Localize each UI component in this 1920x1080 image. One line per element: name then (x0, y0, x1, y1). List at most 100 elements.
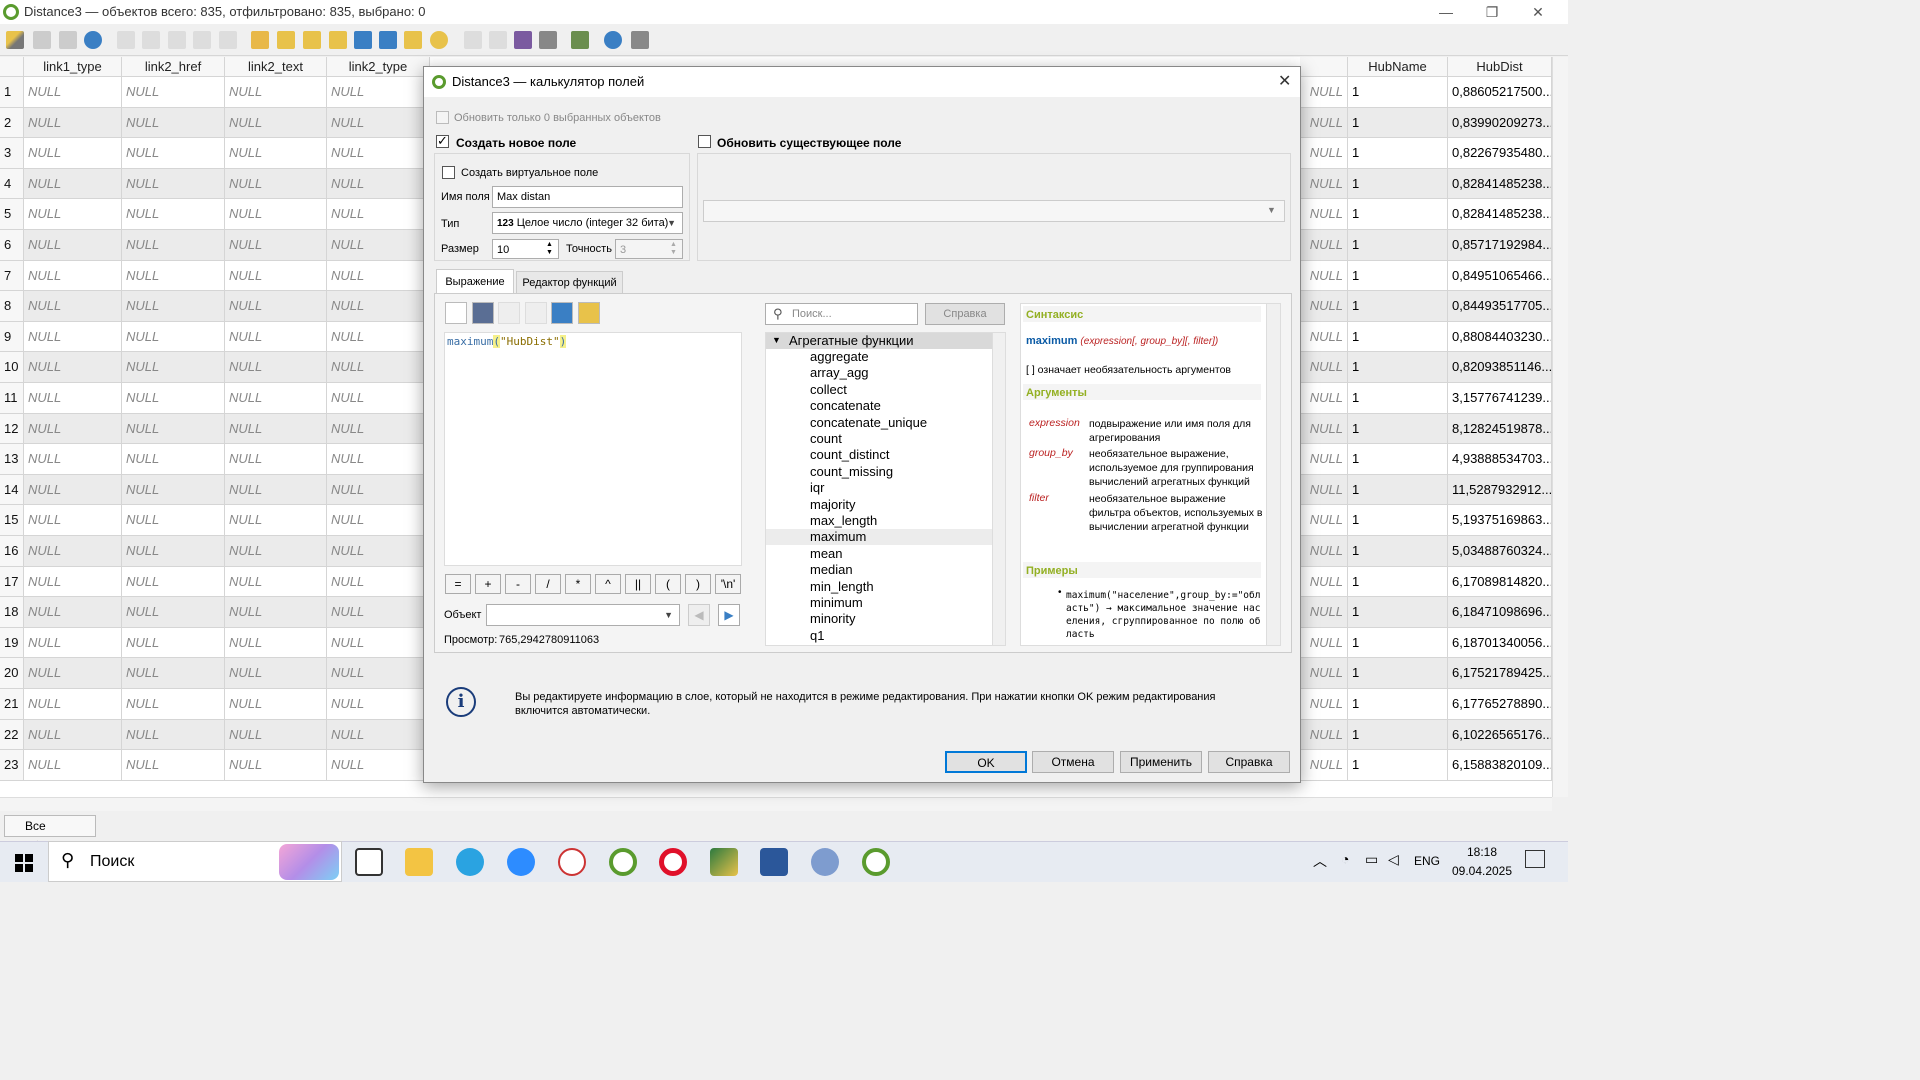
null-cell[interactable]: NULL (24, 689, 122, 719)
delete-icon[interactable] (525, 302, 547, 324)
null-cell[interactable]: NULL (225, 260, 327, 291)
row-number[interactable]: 13 (0, 444, 24, 475)
hubdist-cell[interactable]: 11,5287932912... (1448, 474, 1552, 505)
clock-time[interactable]: 18:18 (1462, 845, 1502, 859)
function-item-mean[interactable]: mean (810, 546, 843, 562)
hubdist-cell[interactable]: 0,82093851146... (1448, 352, 1552, 382)
create-virtual-field-checkbox[interactable] (442, 166, 455, 179)
null-cell[interactable]: NULL (122, 536, 225, 566)
null-cell[interactable]: NULL (225, 597, 327, 627)
horizontal-scrollbar[interactable] (0, 797, 1552, 811)
column-header-link2-type[interactable]: link2_type (327, 57, 430, 77)
null-cell[interactable]: NULL (24, 291, 122, 321)
null-cell[interactable]: NULL (24, 597, 122, 627)
new-field-icon[interactable] (464, 31, 482, 49)
function-item-collect[interactable]: collect (810, 382, 847, 398)
edit-icon[interactable] (498, 302, 520, 324)
null-cell[interactable]: NULL (24, 199, 122, 229)
null-cell[interactable]: NULL (225, 321, 327, 352)
task-view-icon[interactable] (355, 848, 383, 876)
null-cell[interactable]: NULL (225, 566, 327, 597)
function-item-count-missing[interactable]: count_missing (810, 464, 893, 480)
feature-filter-button[interactable]: Все объекты (4, 815, 96, 853)
organize-columns-icon[interactable] (514, 31, 532, 49)
null-cell[interactable]: NULL (1300, 291, 1348, 321)
vertical-scrollbar[interactable] (1552, 57, 1568, 797)
dock-table-icon[interactable] (631, 31, 649, 49)
function-item-q1[interactable]: q1 (810, 628, 824, 644)
hubname-cell[interactable]: 1 (1348, 750, 1448, 780)
hubname-cell[interactable]: 1 (1348, 77, 1448, 107)
null-cell[interactable]: NULL (225, 444, 327, 474)
expand-arrow-icon[interactable]: ▼ (772, 335, 781, 345)
null-cell[interactable]: NULL (24, 413, 122, 444)
null-cell[interactable]: NULL (327, 597, 430, 627)
null-cell[interactable]: NULL (122, 413, 225, 444)
row-number[interactable]: 21 (0, 689, 24, 720)
null-cell[interactable]: NULL (24, 230, 122, 260)
ok-button[interactable]: OK (945, 751, 1027, 773)
null-cell[interactable]: NULL (327, 413, 430, 444)
null-cell[interactable]: NULL (122, 383, 225, 413)
update-selected-checkbox[interactable] (436, 111, 449, 124)
hubdist-cell[interactable]: 6,17521789425... (1448, 658, 1552, 688)
null-cell[interactable]: NULL (122, 321, 225, 352)
row-number[interactable]: 7 (0, 260, 24, 292)
column-header-link1-type[interactable]: link1_type (24, 57, 122, 77)
null-cell[interactable]: NULL (122, 168, 225, 199)
null-cell[interactable]: NULL (1300, 658, 1348, 688)
null-cell[interactable]: NULL (327, 566, 430, 597)
hubname-cell[interactable]: 1 (1348, 474, 1448, 505)
hubdist-cell[interactable]: 0,83990209273... (1448, 107, 1552, 138)
operator-concat-button[interactable]: || (625, 574, 651, 594)
null-cell[interactable]: NULL (225, 383, 327, 413)
function-help-button[interactable]: Справка (925, 303, 1005, 325)
null-cell[interactable]: NULL (122, 107, 225, 138)
operator-divide-button[interactable]: / (535, 574, 561, 594)
row-number[interactable]: 12 (0, 413, 24, 445)
hubdist-cell[interactable]: 6,17765278890... (1448, 689, 1552, 719)
pan-to-selection-icon[interactable] (404, 31, 422, 49)
null-cell[interactable]: NULL (24, 77, 122, 107)
row-number[interactable]: 20 (0, 658, 24, 689)
export-icon[interactable] (578, 302, 600, 324)
null-cell[interactable]: NULL (1300, 321, 1348, 352)
null-cell[interactable]: NULL (24, 168, 122, 199)
taskbar-search-box[interactable]: ⚲ Поиск (48, 841, 342, 882)
null-cell[interactable]: NULL (122, 474, 225, 505)
invert-selection-icon[interactable] (303, 31, 321, 49)
null-cell[interactable]: NULL (122, 597, 225, 627)
null-cell[interactable]: NULL (24, 536, 122, 566)
operator-multiply-button[interactable]: * (565, 574, 591, 594)
hubname-cell[interactable]: 1 (1348, 107, 1448, 138)
import-icon[interactable] (551, 302, 573, 324)
null-cell[interactable]: NULL (225, 627, 327, 658)
hubname-cell[interactable]: 1 (1348, 413, 1448, 444)
function-item-maximum[interactable]: maximum (810, 529, 866, 545)
operator-close-paren-button[interactable]: ) (685, 574, 711, 594)
minimize-button[interactable]: — (1423, 0, 1469, 24)
r-app-icon[interactable] (811, 848, 839, 876)
null-cell[interactable]: NULL (24, 383, 122, 413)
copy-icon[interactable] (193, 31, 211, 49)
row-number[interactable]: 1 (0, 77, 24, 108)
null-cell[interactable]: NULL (327, 107, 430, 138)
null-cell[interactable]: NULL (1300, 352, 1348, 382)
null-cell[interactable]: NULL (225, 230, 327, 260)
operator-power-button[interactable]: ^ (595, 574, 621, 594)
apply-button[interactable]: Применить (1120, 751, 1202, 773)
hubdist-cell[interactable]: 0,82841485238... (1448, 168, 1552, 199)
function-search-input[interactable]: Поиск... (765, 303, 918, 325)
hubdist-cell[interactable]: 6,10226565176... (1448, 719, 1552, 750)
new-file-icon[interactable] (445, 302, 467, 324)
null-cell[interactable]: NULL (24, 750, 122, 780)
null-cell[interactable]: NULL (225, 138, 327, 168)
opera-icon[interactable] (659, 848, 687, 876)
null-cell[interactable]: NULL (225, 413, 327, 444)
hubname-cell[interactable]: 1 (1348, 597, 1448, 627)
row-number[interactable]: 15 (0, 505, 24, 536)
field-calculator-icon[interactable] (539, 31, 557, 49)
null-cell[interactable]: NULL (225, 505, 327, 535)
null-cell[interactable]: NULL (327, 77, 430, 107)
function-item-minimum[interactable]: minimum (810, 595, 863, 611)
